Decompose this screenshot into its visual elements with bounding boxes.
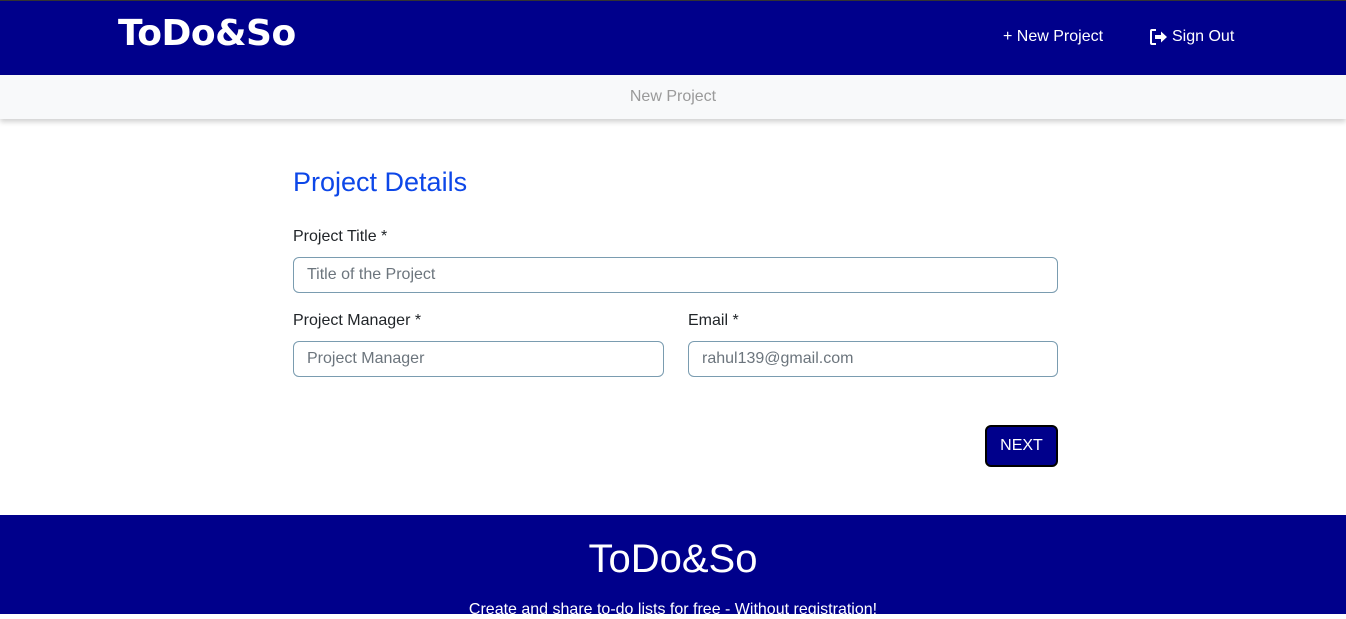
page-subtitle: New Project	[629, 88, 717, 105]
top-navbar: ToDo&So + New Project Sign Out	[0, 0, 1346, 75]
footer-brand: ToDo&So	[588, 537, 758, 581]
brand-logo[interactable]: ToDo&So	[118, 13, 296, 54]
next-button[interactable]: NEXT	[985, 425, 1058, 467]
project-manager-input[interactable]	[293, 341, 664, 377]
new-project-link[interactable]: + New Project	[1003, 28, 1103, 46]
project-manager-label: Project Manager *	[293, 312, 422, 329]
page-subheader: New Project	[0, 75, 1346, 119]
footer-tagline: Create and share to-do lists for free - …	[468, 601, 878, 618]
footer: ToDo&So Create and share to-do lists for…	[0, 515, 1346, 618]
sign-out-label: Sign Out	[1172, 28, 1235, 45]
new-project-label: + New Project	[1003, 28, 1104, 45]
section-title: Project Details	[293, 167, 468, 197]
project-title-input[interactable]	[293, 257, 1058, 293]
email-input[interactable]	[688, 341, 1058, 377]
project-title-label: Project Title *	[293, 228, 388, 245]
email-label: Email *	[688, 312, 739, 329]
sign-out-icon	[1150, 29, 1168, 45]
sign-out-link[interactable]: Sign Out	[1150, 28, 1234, 46]
